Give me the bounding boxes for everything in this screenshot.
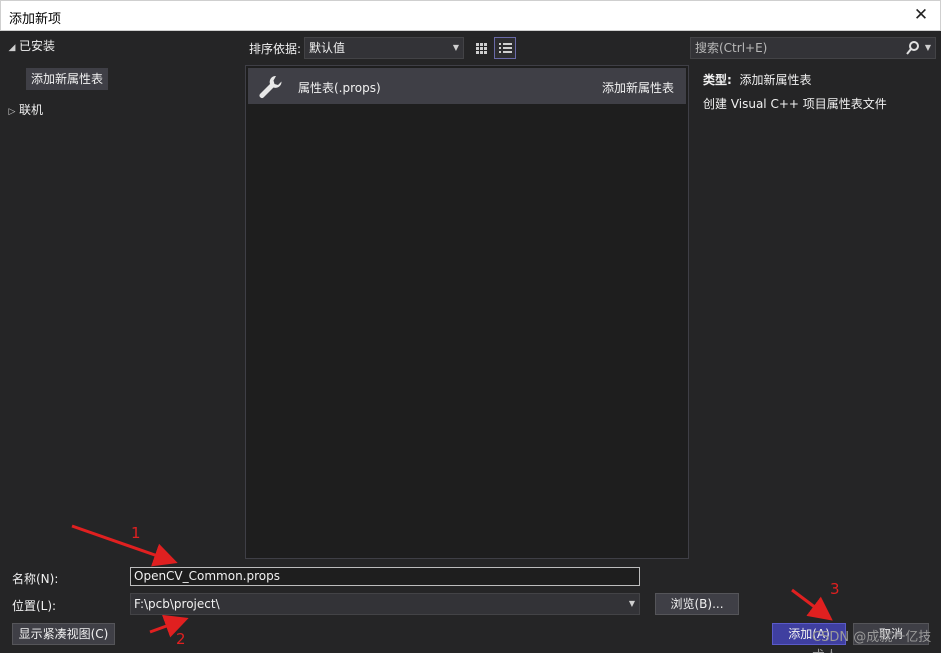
annotation-label-2: 2 (176, 630, 186, 648)
annotation-label-3: 3 (830, 580, 840, 598)
annotation-label-1: 1 (131, 524, 141, 542)
annotation-arrows (71, 524, 833, 638)
annotation-arrow-1 (71, 524, 178, 567)
annotation-arrow-3 (791, 588, 833, 621)
